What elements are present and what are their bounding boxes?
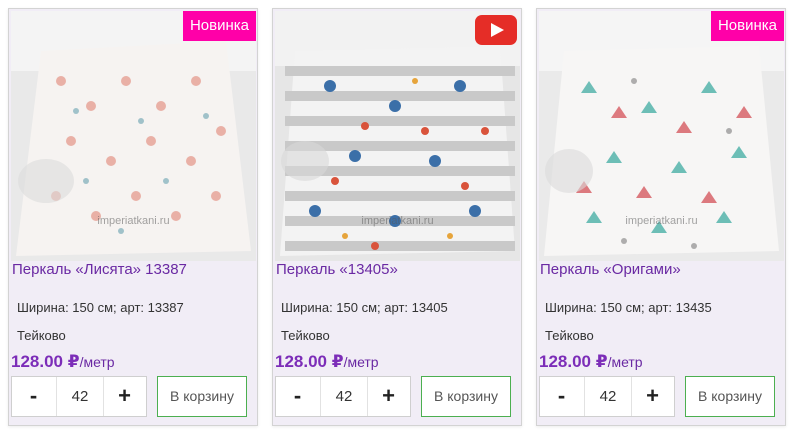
product-image[interactable]: imperiatkani.ru: [275, 11, 520, 261]
product-card: imperiatkani.ru Перкаль «13405» Ширина: …: [272, 8, 522, 426]
new-badge: Новинка: [182, 11, 256, 41]
product-card: Новинка imperiatkani.ru Перкаль «Лисята»…: [8, 8, 258, 426]
product-image[interactable]: Новинка imperiatkani.ru: [11, 11, 256, 261]
increase-button[interactable]: +: [103, 377, 146, 416]
product-title[interactable]: Перкаль «Лисята» 13387: [12, 261, 187, 278]
add-to-cart-button[interactable]: В корзину: [157, 376, 247, 417]
watermark: imperiatkani.ru: [361, 215, 434, 227]
quantity-stepper: - 42 +: [539, 376, 675, 417]
price-unit: /метр: [343, 354, 379, 370]
price-amount: 128.00 ₽: [539, 352, 608, 371]
product-price: 128.00 ₽/метр: [539, 352, 643, 372]
product-title[interactable]: Перкаль «Оригами»: [540, 261, 681, 278]
product-image[interactable]: Новинка imperiatkani.ru: [539, 11, 784, 261]
increase-button[interactable]: +: [367, 377, 410, 416]
product-specs: Ширина: 150 см; арт: 13435: [545, 300, 712, 315]
price-unit: /метр: [79, 354, 115, 370]
quantity-input[interactable]: 42: [584, 377, 632, 416]
product-card: Новинка imperiatkani.ru Перкаль «Оригами…: [536, 8, 786, 426]
decrease-button[interactable]: -: [12, 377, 55, 416]
quantity-stepper: - 42 +: [11, 376, 147, 417]
new-badge: Новинка: [710, 11, 784, 41]
add-to-cart-button[interactable]: В корзину: [685, 376, 775, 417]
product-specs: Ширина: 150 см; арт: 13405: [281, 300, 448, 315]
product-title[interactable]: Перкаль «13405»: [276, 261, 398, 278]
product-manufacturer: Тейково: [281, 328, 330, 343]
decrease-button[interactable]: -: [276, 377, 319, 416]
product-price: 128.00 ₽/метр: [275, 352, 379, 372]
watermark: imperiatkani.ru: [97, 215, 170, 227]
quantity-input[interactable]: 42: [56, 377, 104, 416]
product-manufacturer: Тейково: [17, 328, 66, 343]
price-amount: 128.00 ₽: [275, 352, 344, 371]
youtube-play-icon[interactable]: [475, 15, 517, 45]
price-unit: /метр: [607, 354, 643, 370]
product-price: 128.00 ₽/метр: [11, 352, 115, 372]
quantity-input[interactable]: 42: [320, 377, 368, 416]
add-to-cart-button[interactable]: В корзину: [421, 376, 511, 417]
price-amount: 128.00 ₽: [11, 352, 80, 371]
quantity-stepper: - 42 +: [275, 376, 411, 417]
product-grid: Новинка imperiatkani.ru Перкаль «Лисята»…: [0, 0, 791, 437]
product-manufacturer: Тейково: [545, 328, 594, 343]
product-specs: Ширина: 150 см; арт: 13387: [17, 300, 184, 315]
increase-button[interactable]: +: [631, 377, 674, 416]
decrease-button[interactable]: -: [540, 377, 583, 416]
watermark: imperiatkani.ru: [625, 215, 698, 227]
